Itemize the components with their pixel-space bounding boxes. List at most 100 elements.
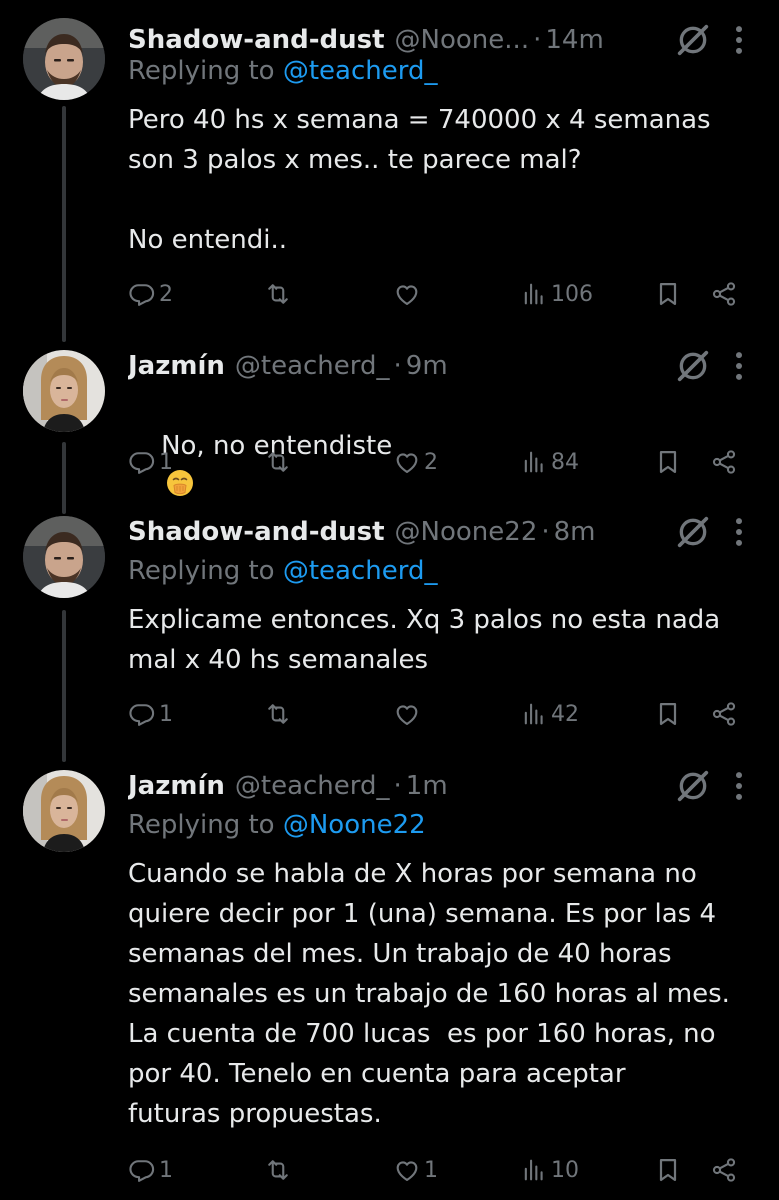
like-count: 2 [424,449,438,475]
action-bar: 1 2 84 [128,442,755,482]
view-count: 106 [551,281,593,307]
thread-line [62,106,66,342]
like-icon [393,280,421,308]
retweet-button[interactable] [264,694,295,734]
more-icon[interactable] [719,346,759,386]
like-icon [393,1156,421,1184]
share-icon [710,280,738,308]
bookmark-button[interactable] [654,442,682,482]
like-icon [393,700,421,728]
tweet-header: Jazmín @teacherd_ · 9m [128,344,755,388]
share-button[interactable] [710,694,738,734]
user-handle[interactable]: @Noone... [395,25,530,55]
share-button[interactable] [710,274,738,314]
views-icon [520,280,548,308]
replying-to: Replying to @Noone22 [128,810,426,840]
display-name[interactable]: Jazmín [128,771,225,801]
view-count: 42 [551,701,579,727]
replying-to-label: Replying to [128,56,283,86]
views-button[interactable]: 106 [520,274,593,314]
views-button[interactable]: 84 [520,442,579,482]
grok-icon[interactable] [673,512,713,552]
separator: · [533,25,542,55]
more-icon[interactable] [719,20,759,60]
replying-to-label: Replying to [128,556,283,586]
timestamp[interactable]: 1m [406,771,448,801]
avatar[interactable] [23,516,105,598]
share-button[interactable] [710,1150,738,1190]
like-button[interactable] [393,274,424,314]
thread-line [62,442,66,514]
views-button[interactable]: 42 [520,694,579,734]
timestamp[interactable]: 8m [554,517,596,547]
reply-icon [128,700,156,728]
timestamp[interactable]: 9m [406,351,448,381]
reply-button[interactable]: 1 [128,442,173,482]
display-name[interactable]: Shadow-and-dust [128,517,385,547]
like-button[interactable]: 1 [393,1150,438,1190]
views-button[interactable]: 10 [520,1150,579,1190]
reply-count: 1 [159,701,173,727]
grok-icon[interactable] [673,346,713,386]
tweet-text: Pero 40 hs x semana = 740000 x 4 semanas… [128,105,711,255]
avatar[interactable] [23,770,105,852]
like-button[interactable] [393,694,424,734]
grok-icon[interactable] [673,20,713,60]
reply-count: 2 [159,281,173,307]
reply-icon [128,448,156,476]
share-icon [710,1156,738,1184]
tweet-text: Explicame entonces. Xq 3 palos no esta n… [128,605,721,675]
separator: · [393,351,402,381]
user-handle[interactable]: @teacherd_ [235,351,390,381]
tweet-text: Cuando se habla de X horas por semana no… [128,859,730,1129]
avatar[interactable] [23,350,105,432]
more-icon[interactable] [719,512,759,552]
bookmark-button[interactable] [654,1150,682,1190]
retweet-button[interactable] [264,1150,295,1190]
mention-link[interactable]: @Noone22 [283,810,426,840]
grok-icon[interactable] [673,766,713,806]
user-handle[interactable]: @Noone22 [395,517,538,547]
retweet-icon [264,700,292,728]
action-bar: 1 42 [128,694,755,734]
reply-button[interactable]: 2 [128,274,173,314]
view-count: 10 [551,1157,579,1183]
bookmark-button[interactable] [654,274,682,314]
display-name[interactable]: Jazmín [128,351,225,381]
separator: · [541,517,550,547]
views-icon [520,1156,548,1184]
timestamp[interactable]: 14m [545,25,603,55]
bookmark-button[interactable] [654,694,682,734]
avatar[interactable] [23,18,105,100]
action-bar: 2 106 [128,274,755,314]
reply-button[interactable]: 1 [128,694,173,734]
retweet-icon [264,280,292,308]
share-button[interactable] [710,442,738,482]
bookmark-icon [654,700,682,728]
like-button[interactable]: 2 [393,442,438,482]
views-icon [520,700,548,728]
reply-button[interactable]: 1 [128,1150,173,1190]
tweet-header: Shadow-and-dust @Noone22 · 8m [128,510,755,554]
reply-icon [128,280,156,308]
views-icon [520,448,548,476]
replying-to: Replying to @teacherd_ [128,556,438,586]
mention-link[interactable]: @teacherd_ [283,556,438,586]
user-handle[interactable]: @teacherd_ [235,771,390,801]
retweet-icon [264,448,292,476]
tweet-header: Jazmín @teacherd_ · 1m [128,764,755,808]
replying-to: Replying to @teacherd_ [128,56,438,86]
view-count: 84 [551,449,579,475]
more-icon[interactable] [719,766,759,806]
retweet-button[interactable] [264,274,295,314]
action-bar: 1 1 10 [128,1150,755,1190]
retweet-button[interactable] [264,442,295,482]
bookmark-icon [654,280,682,308]
replying-to-label: Replying to [128,810,283,840]
retweet-icon [264,1156,292,1184]
reply-count: 1 [159,1157,173,1183]
mention-link[interactable]: @teacherd_ [283,56,438,86]
thread-line [62,610,66,762]
like-count: 1 [424,1157,438,1183]
display-name[interactable]: Shadow-and-dust [128,25,385,55]
